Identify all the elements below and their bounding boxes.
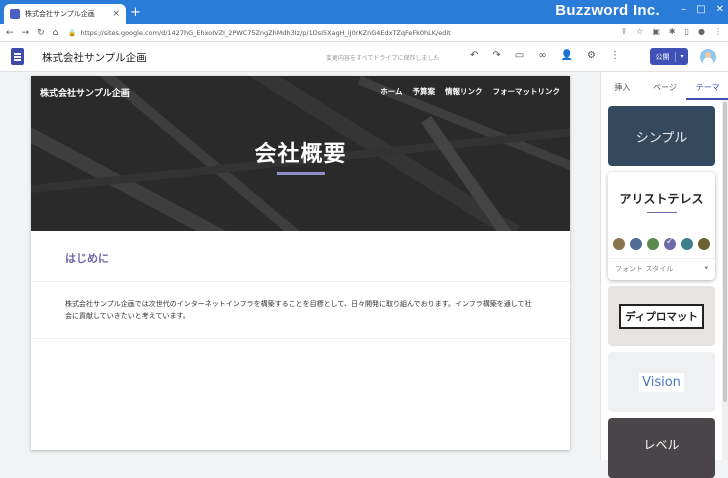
page-title[interactable]: 会社概要: [31, 136, 570, 168]
browser-tab-strip: 株式会社サンプル企画 × + Buzzword Inc. – □ ✕: [0, 0, 728, 24]
section-divider: [31, 281, 570, 282]
share-with-others-icon[interactable]: 👤: [561, 50, 573, 61]
color-swatch[interactable]: [613, 238, 625, 250]
sidepanel-icon[interactable]: ▯: [685, 27, 689, 36]
tab-pages[interactable]: ページ: [644, 72, 687, 100]
theme-vision[interactable]: Vision: [608, 352, 715, 412]
address-bar: ← → ↻ ⌂ 🔒 https://sites.google.com/d/1427…: [0, 24, 728, 42]
share-icon[interactable]: ⇪: [620, 27, 627, 36]
section-divider: [31, 338, 570, 339]
title-underline: [277, 172, 325, 175]
theme-simple[interactable]: シンプル: [608, 106, 715, 166]
color-swatch[interactable]: [681, 238, 693, 250]
bookmark-star-icon[interactable]: ☆: [636, 27, 643, 36]
nav-item-home[interactable]: ホーム: [380, 86, 402, 97]
brand-watermark: Buzzword Inc.: [555, 2, 660, 19]
color-swatch[interactable]: [698, 238, 710, 250]
hero-banner[interactable]: 株式会社サンプル企画 ホーム 予算案 情報リンク フォーマットリンク 会社概要: [31, 76, 570, 231]
site-page: 株式会社サンプル企画 ホーム 予算案 情報リンク フォーマットリンク 会社概要 …: [31, 76, 570, 450]
reload-icon[interactable]: ↻: [37, 28, 45, 38]
color-swatch[interactable]: [630, 238, 642, 250]
scrollbar-thumb[interactable]: [723, 102, 727, 402]
forward-icon[interactable]: →: [22, 28, 30, 38]
close-window-icon[interactable]: ✕: [716, 4, 724, 15]
home-icon[interactable]: ⌂: [53, 28, 59, 38]
dropdown-arrow-icon: ▾: [704, 264, 708, 272]
link-icon[interactable]: ∞: [538, 50, 546, 61]
window-controls: – □ ✕: [681, 4, 724, 15]
site-title[interactable]: 株式会社サンプル企画: [42, 50, 147, 65]
back-icon[interactable]: ←: [6, 28, 14, 38]
toolbar-icons: ↶ ↷ ▭ ∞ 👤 ⚙ ⋮: [470, 50, 620, 61]
sites-favicon-icon: [10, 9, 20, 19]
redo-icon[interactable]: ↷: [492, 50, 500, 61]
panel-scrollbar[interactable]: [722, 100, 728, 460]
publish-button[interactable]: 公開 ▾: [650, 48, 688, 65]
more-options-icon[interactable]: ⋮: [610, 50, 620, 61]
theme-aristotle-label: アリストテレス: [619, 192, 704, 206]
font-style-label: フォント スタイル: [615, 265, 674, 273]
site-navigation: ホーム 予算案 情報リンク フォーマットリンク: [380, 86, 560, 97]
publish-label[interactable]: 公開: [650, 51, 676, 62]
theme-level[interactable]: レベル: [608, 418, 715, 478]
theme-vision-label: Vision: [639, 372, 684, 392]
sites-toolbar: 株式会社サンプル企画 変更内容をすべてドライブに保存しました ↶ ↷ ▭ ∞ 👤…: [0, 42, 728, 72]
maximize-icon[interactable]: □: [696, 4, 705, 15]
nav-item-format-links[interactable]: フォーマットリンク: [493, 86, 561, 97]
close-tab-icon[interactable]: ×: [112, 9, 120, 19]
url-field[interactable]: 🔒 https://sites.google.com/d/1427hG_EhxoI…: [68, 29, 568, 37]
settings-gear-icon[interactable]: ⚙: [587, 50, 596, 61]
undo-icon[interactable]: ↶: [470, 50, 478, 61]
side-panel: 挿入 ページ テーマ シンプル アリストテレス フォント スタイル ▾ ディプロ…: [600, 72, 728, 478]
editor-canvas: 株式会社サンプル企画 ホーム 予算案 情報リンク フォーマットリンク 会社概要 …: [0, 72, 600, 460]
puzzle-icon[interactable]: ✱: [669, 27, 676, 36]
save-status: 変更内容をすべてドライブに保存しました: [326, 55, 440, 62]
color-swatches: [613, 237, 710, 250]
publish-dropdown-icon[interactable]: ▾: [676, 53, 688, 60]
theme-underline: [647, 212, 677, 213]
browser-tab[interactable]: 株式会社サンプル企画 ×: [4, 4, 126, 24]
extension-icon[interactable]: ▣: [652, 27, 660, 36]
lock-icon: 🔒: [68, 28, 77, 37]
nav-buttons: ← → ↻ ⌂: [6, 28, 58, 38]
hero-site-name[interactable]: 株式会社サンプル企画: [40, 86, 130, 99]
color-swatch[interactable]: [647, 238, 659, 250]
avatar[interactable]: [700, 49, 716, 65]
new-tab-button[interactable]: +: [130, 5, 141, 20]
google-sites-logo-icon[interactable]: [11, 48, 24, 65]
panel-tabs: 挿入 ページ テーマ: [601, 72, 728, 100]
nav-item-budget[interactable]: 予算案: [413, 86, 436, 97]
section-heading[interactable]: はじめに: [65, 250, 109, 266]
theme-diplomat[interactable]: ディプロマット: [608, 286, 715, 346]
color-swatch-selected[interactable]: [664, 237, 676, 250]
minimize-icon[interactable]: –: [681, 4, 686, 15]
preview-icon[interactable]: ▭: [515, 50, 524, 61]
menu-dots-icon[interactable]: ⋮: [714, 27, 722, 36]
body-paragraph[interactable]: 株式会社サンプル企画では次世代のインターネットインフラを構築することを目標として…: [65, 298, 535, 322]
tab-insert[interactable]: 挿入: [601, 72, 644, 100]
browser-tab-title: 株式会社サンプル企画: [25, 10, 95, 18]
address-bar-actions: ⇪ ☆ ▣ ✱ ▯ ● ⋮: [620, 27, 722, 36]
profile-icon[interactable]: ●: [698, 27, 705, 36]
tab-themes[interactable]: テーマ: [686, 72, 728, 100]
theme-aristotle[interactable]: アリストテレス フォント スタイル ▾: [608, 172, 715, 280]
nav-item-info-links[interactable]: 情報リンク: [445, 86, 483, 97]
font-style-dropdown[interactable]: フォント スタイル ▾: [608, 258, 715, 276]
theme-diplomat-label: ディプロマット: [619, 303, 704, 329]
url-text: https://sites.google.com/d/1427hG_EhxoIV…: [80, 28, 451, 37]
